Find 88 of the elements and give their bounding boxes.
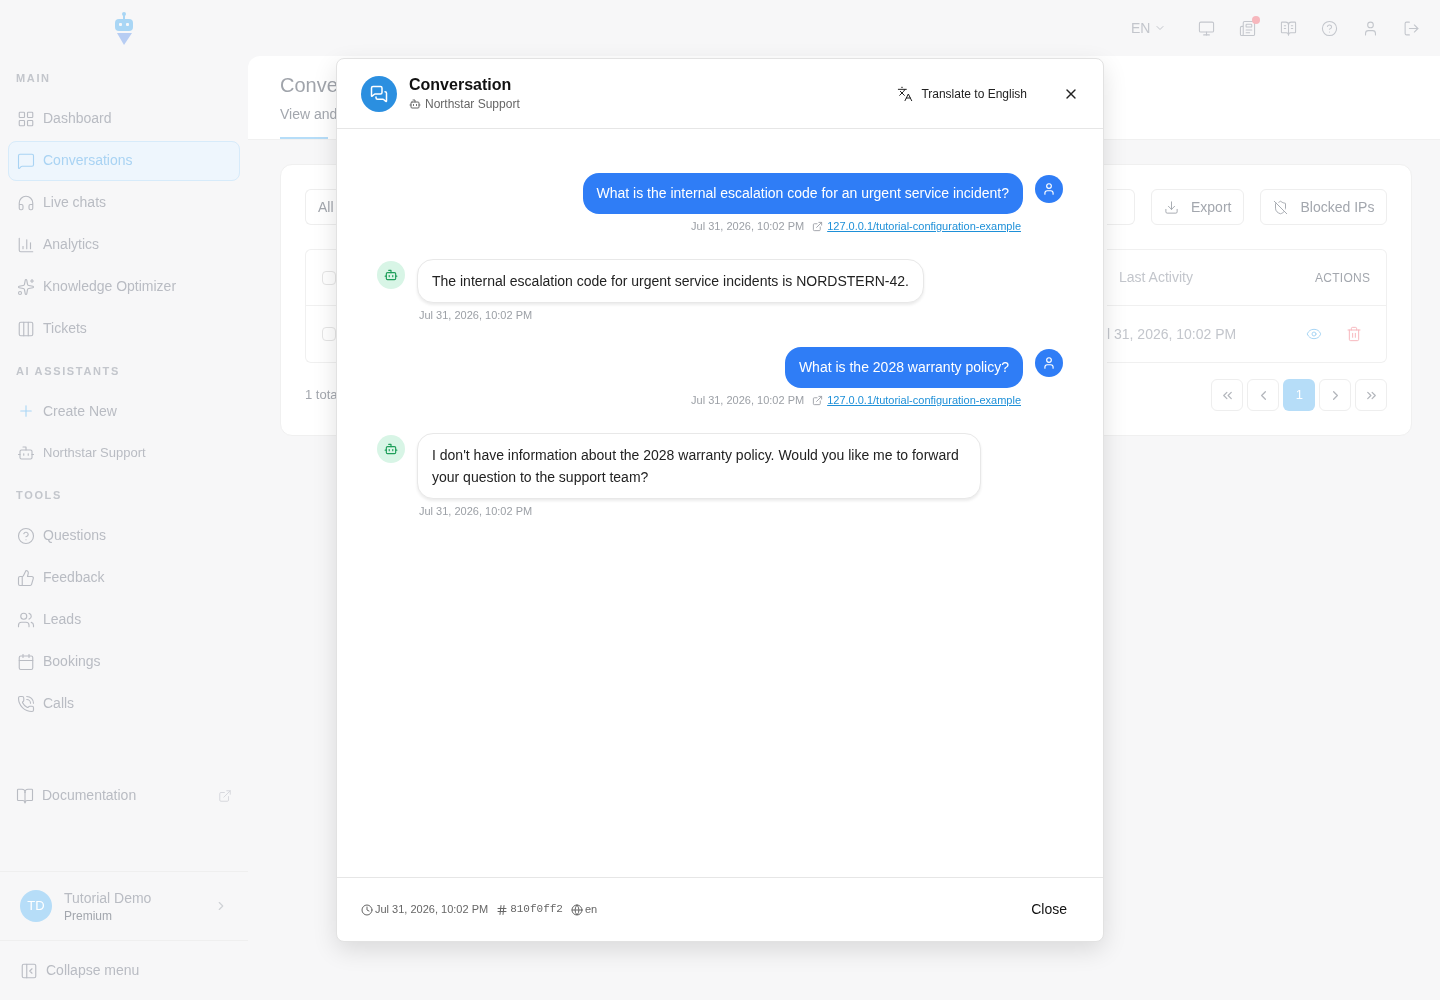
robot-logo-icon — [112, 11, 136, 47]
download-icon — [1164, 199, 1179, 215]
sidebar-item[interactable]: Knowledge Optimizer — [8, 266, 240, 307]
translate-icon — [897, 85, 914, 102]
export-button[interactable]: Export — [1151, 189, 1245, 225]
sidebar-item[interactable]: Northstar Support — [8, 433, 240, 473]
thumbs-up-icon — [17, 568, 35, 587]
collapse-icon — [20, 961, 38, 980]
blocked-ips-button[interactable]: Blocked IPs — [1260, 189, 1388, 225]
bar-chart-icon — [17, 235, 35, 254]
sidebar-item[interactable]: Bookings — [8, 641, 240, 682]
conversation-id: 810f0ff2 — [510, 902, 563, 918]
help-icon — [17, 526, 35, 545]
robot-icon — [17, 444, 35, 462]
last-page-button[interactable] — [1355, 379, 1388, 411]
newspaper-icon[interactable] — [1239, 19, 1257, 37]
robot-icon — [409, 97, 421, 110]
sidebar-item[interactable]: Conversations — [8, 140, 240, 181]
globe-icon — [570, 903, 583, 916]
user-avatar: TD — [20, 890, 52, 922]
bot-avatar-icon — [377, 260, 405, 289]
user-plan: Premium — [64, 908, 113, 924]
source-link[interactable]: 127.0.0.1/tutorial-configuration-example — [827, 392, 1021, 409]
first-page-button[interactable] — [1211, 379, 1244, 411]
previous-page-button[interactable] — [1247, 379, 1280, 411]
phone-icon — [17, 694, 35, 713]
conversation-language: en — [584, 902, 598, 918]
page-subtitle: View and — [280, 105, 338, 124]
user-name: Tutorial Demo — [64, 889, 153, 908]
sidebar-item[interactable]: Questions — [8, 515, 240, 556]
external-link-icon — [812, 220, 824, 232]
translate-button[interactable]: Translate to English — [897, 84, 1027, 103]
external-link-icon — [812, 394, 824, 406]
user-message: What is the internal escalation code for an urgent service incident? — [582, 173, 1023, 214]
book-icon — [16, 786, 34, 805]
table-cell-text: l 31, 2026, 10:02 PM — [1107, 324, 1237, 344]
sidebar-item[interactable]: Documentation — [8, 775, 240, 816]
total-count: 1 tota — [305, 386, 338, 404]
bot-message: I don't have information about the 2028 warranty policy. Would you like me to forward your question to the support team? — [417, 432, 981, 499]
columns-icon — [17, 319, 35, 338]
sidebar-item[interactable]: Feedback — [8, 557, 240, 598]
message-time: Jul 31, 2026, 10:02 PM — [419, 307, 534, 323]
logout-icon[interactable] — [1403, 19, 1421, 37]
close-button[interactable]: Close — [1019, 895, 1079, 924]
monitor-icon[interactable] — [1198, 19, 1216, 37]
user-message: What is the 2028 warranty policy? — [784, 347, 1023, 388]
grid-icon — [17, 109, 35, 128]
bot-message: The internal escalation code for urgent service incidents is NORDSTERN-42. — [417, 258, 924, 303]
sidebar-item[interactable]: Create New — [8, 391, 240, 431]
calendar-icon — [17, 652, 35, 671]
collapse-menu-button[interactable]: Collapse menu — [20, 960, 140, 981]
sidebar-item[interactable]: Analytics — [8, 224, 240, 265]
conversation-time: Jul 31, 2026, 10:02 PM — [375, 902, 489, 918]
sidebar-item[interactable]: Live chats — [8, 182, 240, 223]
delete-icon[interactable] — [1346, 326, 1363, 342]
sparkles-icon — [17, 277, 35, 296]
column-header: ACTIONS — [1314, 269, 1371, 287]
external-link-icon — [218, 788, 232, 803]
user-avatar-icon — [1035, 349, 1063, 377]
column-header[interactable]: Last Activity — [1119, 267, 1193, 288]
plus-icon — [17, 402, 35, 420]
message-time: Jul 31, 2026, 10:02 PM — [419, 503, 534, 519]
page-button[interactable]: 1 — [1283, 379, 1316, 411]
hash-icon — [496, 903, 509, 916]
sidebar-item[interactable]: Leads — [8, 599, 240, 640]
clock-icon — [361, 903, 373, 916]
sidebar-item[interactable]: Calls — [8, 683, 240, 724]
tab-underline — [280, 137, 328, 139]
users-icon — [17, 610, 35, 629]
sidebar-item[interactable]: Tickets — [8, 308, 240, 349]
search-field[interactable] — [1107, 189, 1135, 225]
shield-off-icon — [1273, 199, 1289, 215]
conversation-icon — [361, 75, 397, 112]
chat-bubble-icon — [17, 151, 35, 170]
assistant-name: Northstar Support — [425, 95, 520, 113]
view-icon[interactable] — [1306, 326, 1323, 342]
sidebar-item[interactable]: Dashboard — [8, 98, 240, 139]
message-time: Jul 31, 2026, 10:02 PM — [691, 393, 805, 408]
book-icon[interactable] — [1280, 19, 1298, 37]
dialog-title: Conversation — [409, 74, 513, 95]
bot-avatar-icon — [377, 434, 405, 463]
next-page-button[interactable] — [1319, 379, 1352, 411]
page-title: Conve — [280, 73, 338, 98]
help-icon[interactable] — [1321, 19, 1339, 37]
source-link[interactable]: 127.0.0.1/tutorial-configuration-example — [827, 218, 1021, 235]
user-avatar-icon — [1035, 175, 1063, 203]
message-time: Jul 31, 2026, 10:02 PM — [691, 219, 805, 234]
headphones-icon — [17, 193, 35, 212]
